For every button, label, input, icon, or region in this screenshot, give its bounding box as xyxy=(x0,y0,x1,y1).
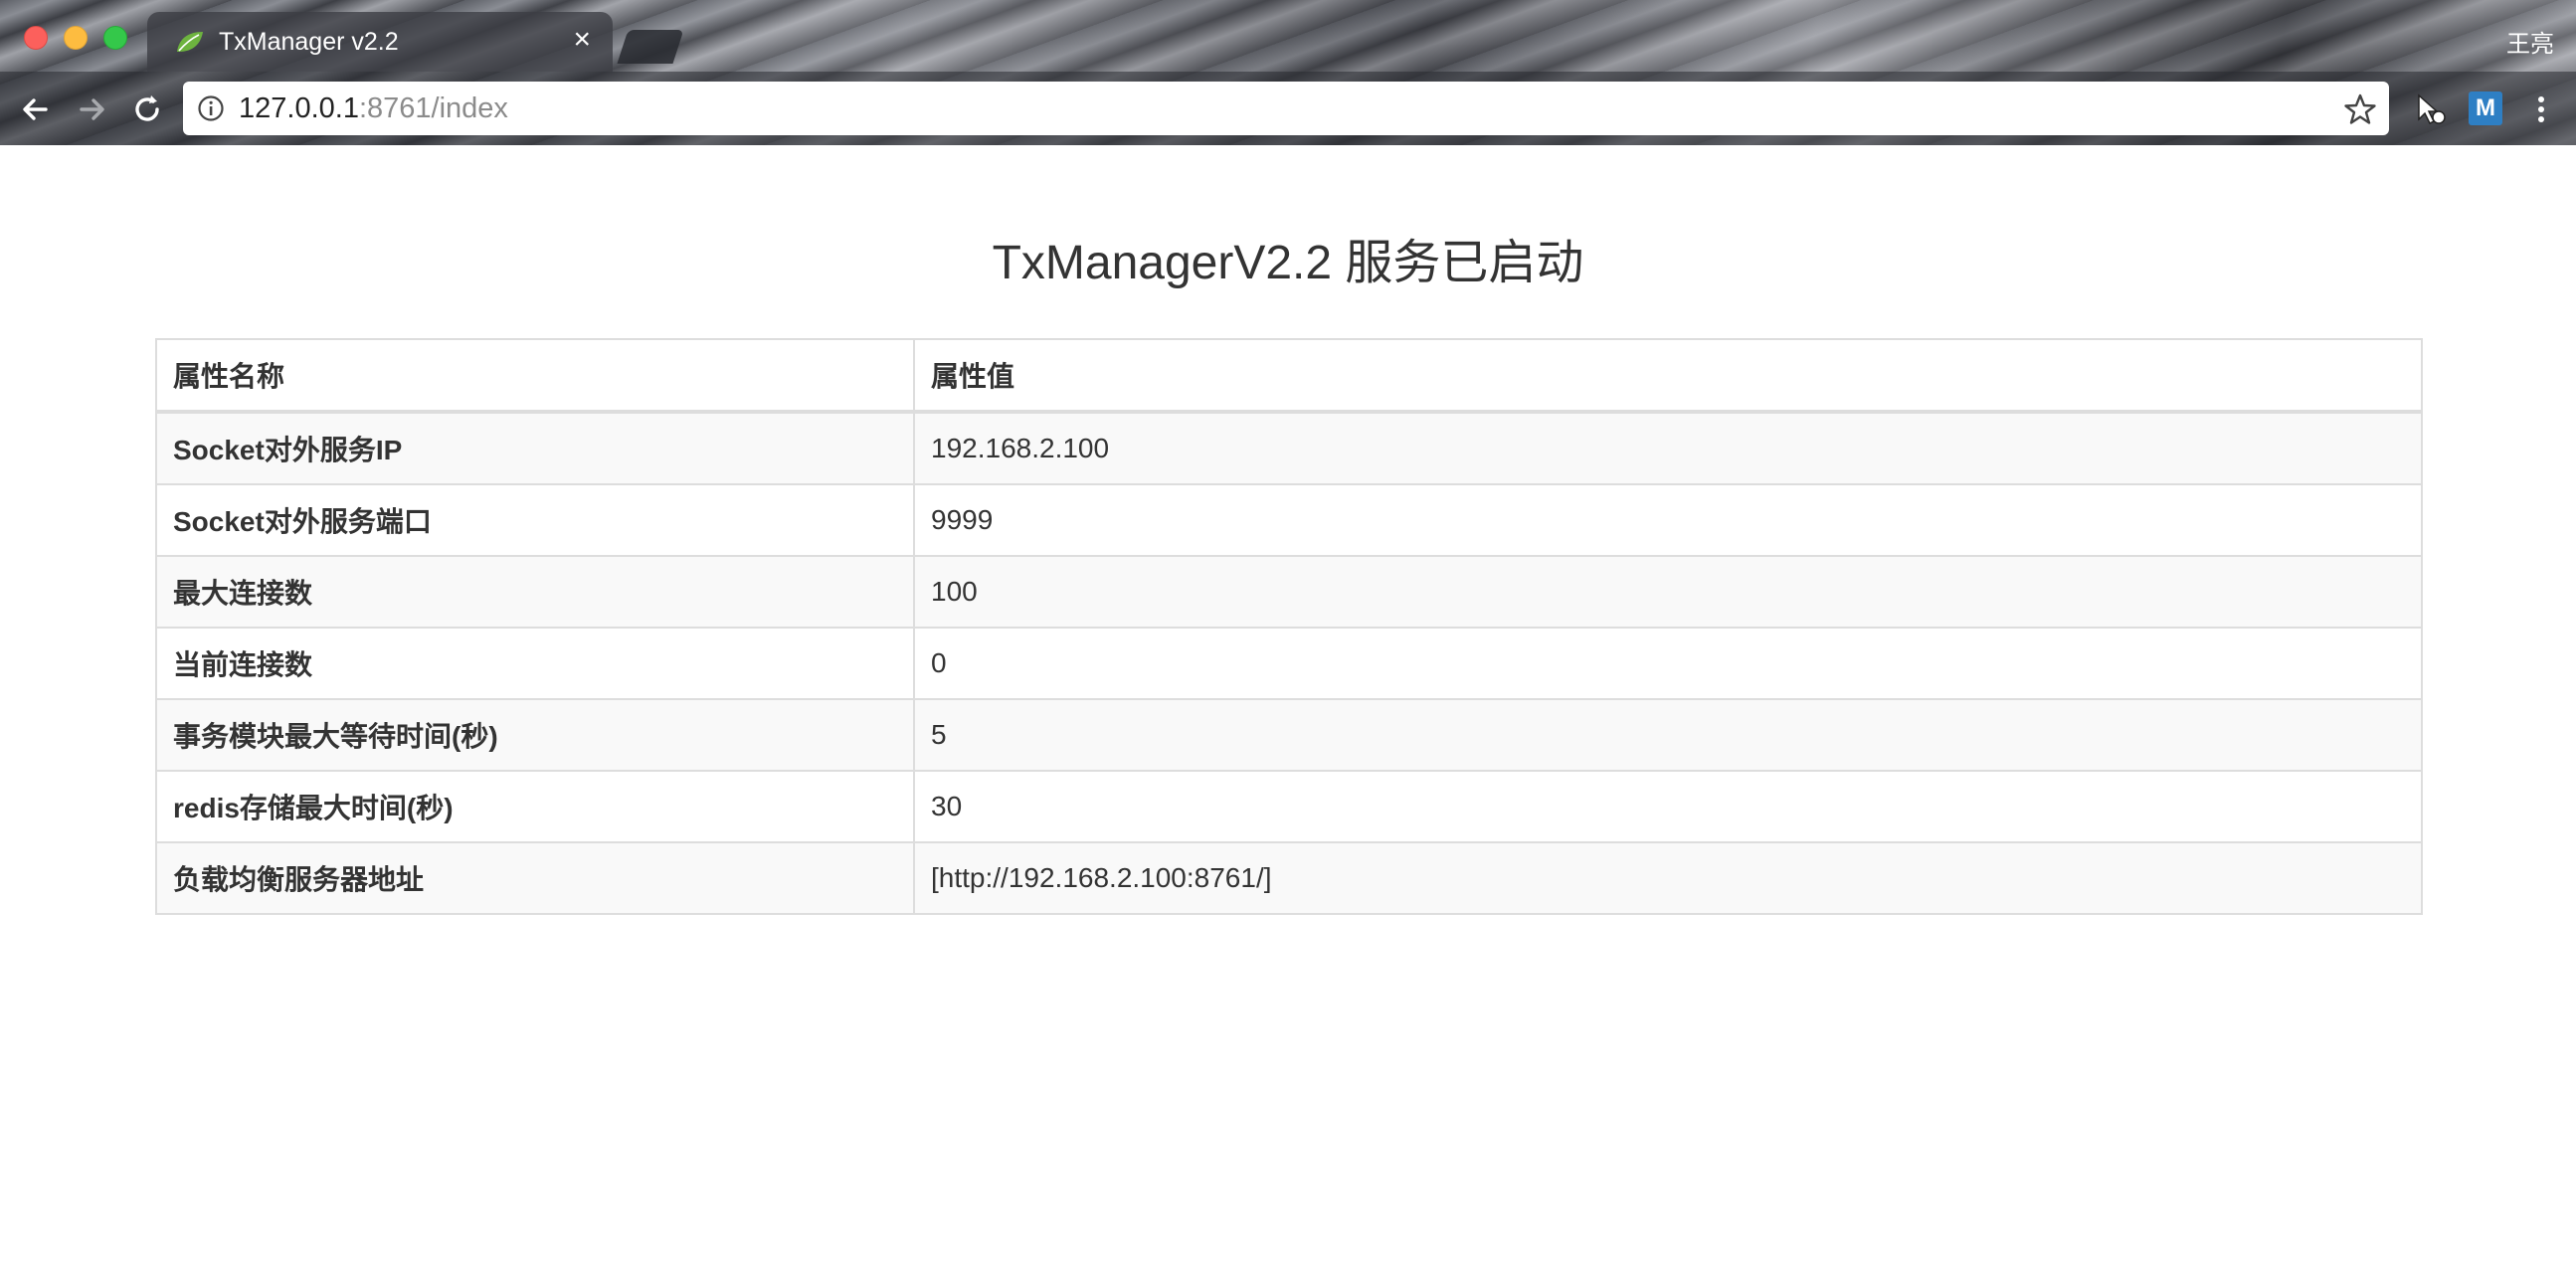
profile-name[interactable]: 王亮 xyxy=(2506,24,2554,59)
browser-chrome: TxManager v2.2 × 王亮 127.0.0.1:8761/index xyxy=(0,0,2576,145)
property-value: 30 xyxy=(913,770,2423,843)
url-path: :8761/index xyxy=(358,92,508,124)
property-name: redis存储最大时间(秒) xyxy=(155,770,915,843)
property-name: Socket对外服务端口 xyxy=(155,483,915,557)
cursor-extension-icon[interactable] xyxy=(2411,90,2451,129)
maximize-window-button[interactable] xyxy=(103,26,127,50)
table-row: Socket对外服务IP 192.168.2.100 xyxy=(155,411,2423,485)
column-header-name: 属性名称 xyxy=(155,338,915,414)
url-host: 127.0.0.1 xyxy=(239,92,359,124)
tab-close-icon[interactable]: × xyxy=(573,23,591,56)
m-extension-icon[interactable]: M xyxy=(2469,91,2502,125)
title-bar: TxManager v2.2 × 王亮 xyxy=(0,0,2576,72)
arrow-right-icon[interactable] xyxy=(72,90,111,129)
table-row: 事务模块最大等待时间(秒) 5 xyxy=(155,698,2423,772)
property-name: Socket对外服务IP xyxy=(155,411,915,485)
minimize-window-button[interactable] xyxy=(64,26,88,50)
property-value: 9999 xyxy=(913,483,2423,557)
property-name: 负载均衡服务器地址 xyxy=(155,841,915,915)
column-header-value: 属性值 xyxy=(913,338,2423,414)
close-window-button[interactable] xyxy=(24,26,48,50)
table-header-row: 属性名称 属性值 xyxy=(155,338,2423,414)
star-icon[interactable] xyxy=(2343,92,2377,126)
property-name: 事务模块最大等待时间(秒) xyxy=(155,698,915,772)
property-value: 5 xyxy=(913,698,2423,772)
page-title: TxManagerV2.2 服务已启动 xyxy=(992,237,1584,289)
address-bar[interactable]: 127.0.0.1:8761/index xyxy=(183,82,2389,135)
table-row: Socket对外服务端口 9999 xyxy=(155,483,2423,557)
table-row: redis存储最大时间(秒) 30 xyxy=(155,770,2423,843)
property-value: 192.168.2.100 xyxy=(913,411,2423,485)
spring-leaf-icon xyxy=(175,30,205,54)
browser-tab[interactable]: TxManager v2.2 × xyxy=(147,12,613,72)
new-tab-button[interactable] xyxy=(617,30,684,64)
table-row: 当前连接数 0 xyxy=(155,627,2423,700)
page-content: TxManagerV2.2 服务已启动 属性名称 属性值 Socket对外服务I… xyxy=(0,145,2576,1267)
property-value: 0 xyxy=(913,627,2423,700)
table-row: 最大连接数 100 xyxy=(155,555,2423,629)
table-row: 负载均衡服务器地址 [http://192.168.2.100:8761/] xyxy=(155,841,2423,915)
info-circle-icon[interactable] xyxy=(197,94,225,122)
kebab-menu-icon[interactable] xyxy=(2526,90,2556,129)
property-name: 最大连接数 xyxy=(155,555,915,629)
tab-title: TxManager v2.2 xyxy=(219,28,399,56)
arrow-left-icon[interactable] xyxy=(16,90,56,129)
property-value: [http://192.168.2.100:8761/] xyxy=(913,841,2423,915)
property-name: 当前连接数 xyxy=(155,627,915,700)
properties-table: 属性名称 属性值 Socket对外服务IP 192.168.2.100 Sock… xyxy=(155,338,2423,915)
browser-toolbar: 127.0.0.1:8761/index M xyxy=(0,72,2576,145)
reload-icon[interactable] xyxy=(127,90,167,129)
url-text[interactable]: 127.0.0.1:8761/index xyxy=(239,92,508,125)
property-value: 100 xyxy=(913,555,2423,629)
